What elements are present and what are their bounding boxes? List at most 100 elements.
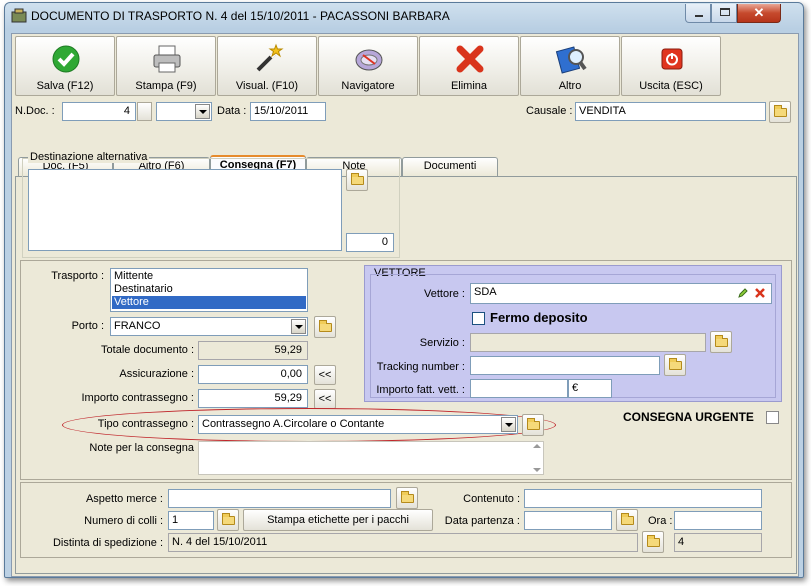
more-button-label: Altro <box>558 80 582 92</box>
tipo-contrassegno-select[interactable]: Contrassegno A.Circolare o Contante <box>198 415 518 434</box>
note-consegna-label: Note per la consegna <box>89 442 194 454</box>
causale-input[interactable]: VENDITA <box>575 102 766 121</box>
porto-select[interactable]: FRANCO <box>110 317 308 336</box>
close-icon: ✕ <box>753 5 765 20</box>
aspetto-merce-folder-button[interactable] <box>396 487 418 509</box>
stampa-etichette-button[interactable]: Stampa etichette per i pacchi <box>243 509 433 531</box>
porto-value: FRANCO <box>114 320 161 332</box>
assicurazione-copy-button[interactable]: << <box>314 365 336 385</box>
navigator-icon <box>355 49 383 71</box>
tracking-label: Tracking number : <box>376 361 465 373</box>
folder-icon <box>222 513 235 525</box>
numero-colli-folder-button[interactable] <box>217 509 239 531</box>
check-icon <box>52 45 80 73</box>
ora-input[interactable] <box>674 511 762 530</box>
tipo-contrassegno-label: Tipo contrassegno : <box>97 418 194 430</box>
folder-icon <box>621 513 634 525</box>
numero-colli-input[interactable]: 1 <box>168 511 214 530</box>
power-icon <box>661 48 683 70</box>
contenuto-input[interactable] <box>524 489 762 508</box>
distinta-folder-button[interactable] <box>642 531 664 553</box>
trasporto-option-mittente[interactable]: Mittente <box>112 270 306 283</box>
destinazione-textarea[interactable] <box>28 169 342 251</box>
main-window: DOCUMENTO DI TRASPORTO N. 4 del 15/10/20… <box>4 2 804 578</box>
aspetto-merce-input[interactable] <box>168 489 391 508</box>
folder-icon <box>401 491 414 503</box>
chevron-down-icon <box>291 319 306 334</box>
servizio-label: Servizio : <box>419 337 465 349</box>
tab-documenti-label: Documenti <box>423 160 477 172</box>
folder-icon <box>647 535 660 547</box>
note-consegna-textarea[interactable] <box>198 441 544 475</box>
tracking-input[interactable] <box>470 356 660 375</box>
importo-fatt-input[interactable] <box>470 379 568 398</box>
delete-button-label: Elimina <box>450 80 488 92</box>
assicurazione-label: Assicurazione : <box>119 368 194 380</box>
destinazione-folder-button[interactable] <box>346 169 368 191</box>
close-button[interactable]: ✕ <box>737 4 781 23</box>
exit-button-label: Uscita (ESC) <box>639 80 703 92</box>
data-partenza-folder-button[interactable] <box>616 509 638 531</box>
consegna-urgente-label: CONSEGNA URGENTE <box>623 410 754 424</box>
assicurazione-input[interactable]: 0,00 <box>198 365 308 384</box>
tab-documenti[interactable]: Documenti <box>402 157 498 176</box>
importo-contrassegno-input[interactable]: 59,29 <box>198 389 308 408</box>
minimize-button[interactable] <box>685 4 711 23</box>
data-partenza-label: Data partenza : <box>444 515 520 527</box>
navigator-button[interactable]: Navigatore <box>318 36 418 96</box>
ndoc-suffix-button[interactable] <box>137 102 152 121</box>
ndoc-input[interactable]: 4 <box>62 102 136 121</box>
fermo-deposito-checkbox[interactable] <box>472 312 485 325</box>
consegna-urgente-checkbox[interactable] <box>766 411 779 424</box>
importo-copy-button[interactable]: << <box>314 389 336 409</box>
navigator-button-label: Navigatore <box>341 80 395 92</box>
trasporto-option-destinatario[interactable]: Destinatario <box>112 283 306 296</box>
search-book-icon <box>555 46 587 74</box>
title-bar[interactable]: DOCUMENTO DI TRASPORTO N. 4 del 15/10/20… <box>5 3 803 29</box>
maximize-button[interactable] <box>711 4 737 23</box>
tipo-contrassegno-folder-button[interactable] <box>522 414 544 436</box>
printer-icon <box>153 45 181 73</box>
tracking-folder-button[interactable] <box>664 354 686 376</box>
data-label: Data : <box>217 105 247 117</box>
porto-label: Porto : <box>71 320 104 332</box>
ndoc-label: N.Doc. : <box>15 105 55 117</box>
destinazione-count: 0 <box>346 233 394 252</box>
chevron-down-icon <box>195 104 210 119</box>
preview-button-label: Visual. (F10) <box>235 80 299 92</box>
tipo-contrassegno-value: Contrassegno A.Circolare o Contante <box>202 418 385 430</box>
causale-folder-button[interactable] <box>769 101 791 123</box>
servizio-input[interactable] <box>470 333 706 352</box>
ndoc-series-select[interactable] <box>156 102 212 121</box>
print-button-label: Stampa (F9) <box>135 80 197 92</box>
data-input[interactable]: 15/10/2011 <box>250 102 326 121</box>
scroll-down-icon <box>533 468 541 472</box>
note-scrollbar[interactable] <box>532 442 542 474</box>
save-button[interactable]: Salva (F12) <box>15 36 115 96</box>
vettore-input[interactable]: SDA <box>470 283 772 304</box>
porto-folder-button[interactable] <box>314 316 336 338</box>
data-partenza-input[interactable] <box>524 511 612 530</box>
trasporto-listbox[interactable]: Mittente Destinatario Vettore <box>110 268 308 312</box>
save-button-label: Salva (F12) <box>36 80 94 92</box>
exit-button[interactable]: Uscita (ESC) <box>621 36 721 96</box>
folder-icon <box>715 335 728 347</box>
destinazione-title: Destinazione alternativa <box>28 151 150 163</box>
client-area: Salva (F12) Stampa (F9) Visual. (F10) Na… <box>11 33 799 577</box>
delete-x-icon <box>456 45 484 73</box>
print-button[interactable]: Stampa (F9) <box>116 36 216 96</box>
more-button[interactable]: Altro <box>520 36 620 96</box>
folder-icon <box>527 418 540 430</box>
servizio-folder-button[interactable] <box>710 331 732 353</box>
importo-contrassegno-label: Importo contrassegno : <box>81 392 194 404</box>
trasporto-option-vettore[interactable]: Vettore <box>112 296 306 309</box>
preview-button[interactable]: Visual. (F10) <box>217 36 317 96</box>
distinta-label: Distinta di spedizione : <box>52 537 163 549</box>
delete-button[interactable]: Elimina <box>419 36 519 96</box>
aspetto-merce-label: Aspetto merce : <box>85 493 163 505</box>
vettore-value: SDA <box>474 286 497 298</box>
clear-x-icon[interactable] <box>754 287 766 299</box>
folder-icon <box>351 173 364 185</box>
pencil-icon[interactable] <box>737 287 749 299</box>
app-icon <box>11 8 27 23</box>
